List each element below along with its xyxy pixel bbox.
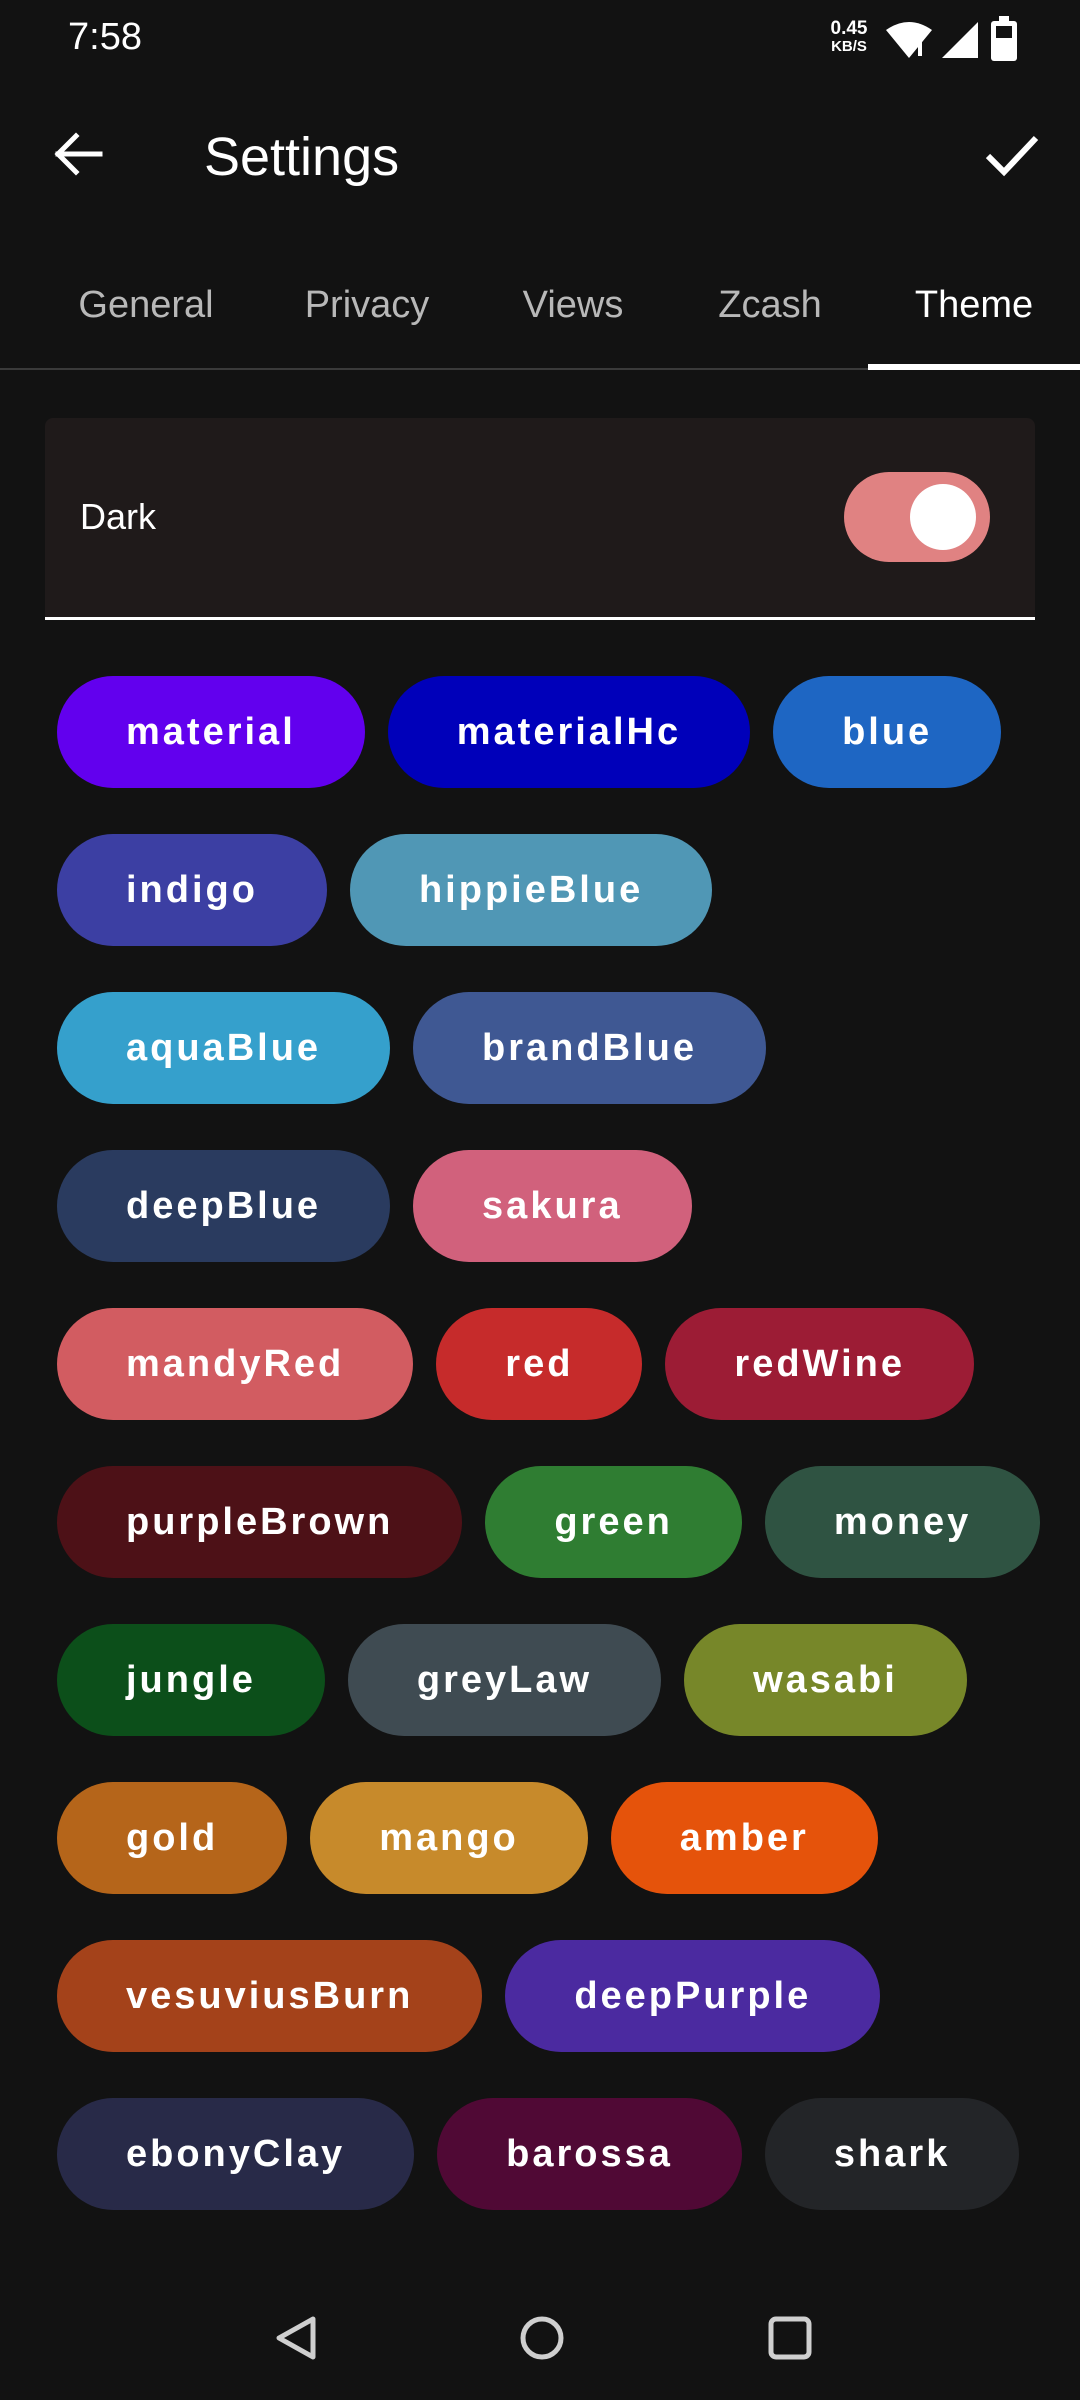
- chip-row: deepBlue sakura: [57, 1150, 1037, 1262]
- theme-chip-shark[interactable]: shark: [764, 2098, 1020, 2210]
- tab-zcash[interactable]: Zcash: [674, 240, 866, 370]
- theme-chip-green[interactable]: green: [485, 1466, 742, 1578]
- theme-chip-red[interactable]: red: [436, 1308, 643, 1420]
- dark-mode-setting[interactable]: Dark: [45, 418, 1035, 620]
- dark-mode-switch[interactable]: [844, 472, 990, 562]
- system-nav-bar: [0, 2280, 1080, 2400]
- network-speed-value: 0.45: [830, 18, 868, 39]
- chip-row: material materialHc blue: [57, 676, 1037, 788]
- nav-recents-button[interactable]: [750, 2300, 830, 2380]
- chip-row: ebonyClay barossa shark: [57, 2098, 1037, 2210]
- confirm-button[interactable]: [972, 116, 1052, 196]
- theme-chip-aquablue[interactable]: aquaBlue: [57, 992, 391, 1104]
- dark-mode-label: Dark: [80, 496, 157, 537]
- theme-chip-material[interactable]: material: [57, 676, 365, 788]
- nav-back-button[interactable]: [256, 2300, 336, 2380]
- chip-row: indigo hippieBlue: [57, 834, 1037, 946]
- chip-row: jungle greyLaw wasabi: [57, 1624, 1037, 1736]
- chip-row: vesuviusBurn deepPurple: [57, 1940, 1037, 2052]
- theme-chip-blue[interactable]: blue: [773, 676, 1002, 788]
- theme-chip-jungle[interactable]: jungle: [57, 1624, 325, 1736]
- theme-chip-brandblue[interactable]: brandBlue: [413, 992, 766, 1104]
- theme-chip-ebonyclay[interactable]: ebonyClay: [57, 2098, 415, 2210]
- settings-tabs: General Privacy Views Zcash Theme: [0, 240, 1080, 370]
- tab-privacy[interactable]: Privacy: [262, 240, 472, 370]
- cellular-signal-icon: [940, 20, 980, 60]
- nav-back-icon: [271, 2313, 321, 2368]
- chip-row: purpleBrown green money: [57, 1466, 1041, 1578]
- tab-theme[interactable]: Theme: [868, 240, 1080, 370]
- status-time: 7:58: [68, 16, 142, 58]
- chip-row: mandyRed red redWine: [57, 1308, 1037, 1420]
- theme-chip-greylaw[interactable]: greyLaw: [347, 1624, 662, 1736]
- battery-icon: [990, 16, 1018, 62]
- page-title: Settings: [204, 127, 400, 187]
- nav-home-button[interactable]: [502, 2300, 582, 2380]
- theme-chip-mandyred[interactable]: mandyRed: [57, 1308, 414, 1420]
- theme-chip-purplebrown[interactable]: purpleBrown: [57, 1466, 463, 1578]
- theme-chip-hippieblue[interactable]: hippieBlue: [349, 834, 713, 946]
- network-speed: 0.45 KB/S: [822, 18, 876, 56]
- tab-indicator: [868, 364, 1080, 370]
- app-bar: Settings: [0, 80, 1080, 240]
- chip-row: gold mango amber: [57, 1782, 1037, 1894]
- theme-chip-mango[interactable]: mango: [310, 1782, 588, 1894]
- tab-general[interactable]: General: [40, 240, 252, 370]
- switch-knob: [910, 484, 976, 550]
- back-button[interactable]: [38, 116, 118, 196]
- app-screen: 7:58 0.45 KB/S Settings General Privacy …: [0, 0, 1080, 2400]
- nav-recents-icon: [765, 2313, 815, 2368]
- theme-chip-sakura[interactable]: sakura: [413, 1150, 692, 1262]
- theme-chip-materialhc[interactable]: materialHc: [387, 676, 751, 788]
- theme-chip-redwine[interactable]: redWine: [665, 1308, 974, 1420]
- theme-chip-deeppurple[interactable]: deepPurple: [505, 1940, 881, 2052]
- tab-views[interactable]: Views: [482, 240, 664, 370]
- theme-chip-money[interactable]: money: [764, 1466, 1041, 1578]
- theme-chip-list: material materialHc blue indigo hippieBl…: [57, 676, 1041, 2256]
- theme-chip-deepblue[interactable]: deepBlue: [57, 1150, 391, 1262]
- theme-chip-amber[interactable]: amber: [610, 1782, 878, 1894]
- theme-chip-vesuviusburn[interactable]: vesuviusBurn: [57, 1940, 483, 2052]
- arrow-back-icon: [52, 128, 104, 185]
- wifi-icon: [884, 20, 934, 60]
- theme-chip-indigo[interactable]: indigo: [57, 834, 327, 946]
- chip-row: aquaBlue brandBlue: [57, 992, 1037, 1104]
- theme-chip-wasabi[interactable]: wasabi: [684, 1624, 967, 1736]
- theme-chip-gold[interactable]: gold: [57, 1782, 288, 1894]
- status-bar: 7:58 0.45 KB/S: [0, 0, 1080, 80]
- nav-home-icon: [517, 2313, 567, 2368]
- network-speed-unit: KB/S: [831, 38, 867, 55]
- theme-chip-barossa[interactable]: barossa: [437, 2098, 742, 2210]
- check-icon: [984, 126, 1040, 187]
